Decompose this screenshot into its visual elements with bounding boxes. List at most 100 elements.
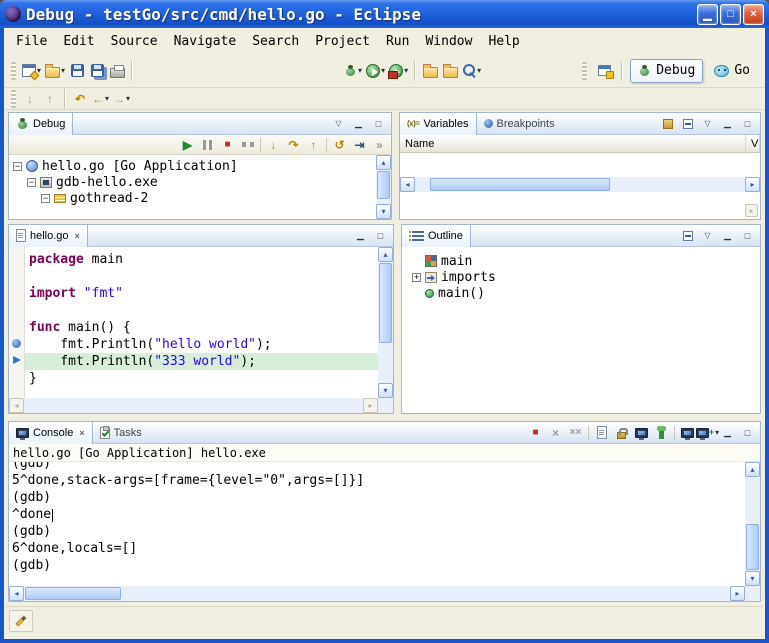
step-into-button[interactable]: ↓ <box>264 136 283 154</box>
menu-source[interactable]: Source <box>103 31 166 52</box>
tab-hello-go[interactable]: hello.go × <box>9 225 88 247</box>
outline-item-imports[interactable]: + imports <box>412 269 760 285</box>
scroll-left-button[interactable]: ◂ <box>9 398 24 413</box>
menu-project[interactable]: Project <box>307 31 378 52</box>
suspend-button[interactable] <box>198 136 217 154</box>
scroll-right-button-disabled[interactable]: ▸ <box>745 204 758 217</box>
view-menu-button[interactable]: ▽ <box>329 115 348 133</box>
breakpoint-marker-icon[interactable] <box>12 339 21 348</box>
minimize-view-button[interactable]: ▁ <box>349 115 368 133</box>
editor-marker-ruler[interactable] <box>9 247 25 398</box>
title-bar[interactable]: Debug - testGo/src/cmd/hello.go - Eclips… <box>0 0 769 28</box>
variables-detail-pane[interactable]: ▸ <box>400 192 760 219</box>
collapse-all-button[interactable] <box>678 115 697 133</box>
step-return-button[interactable]: ↑ <box>304 136 323 154</box>
scrollbar-thumb[interactable] <box>746 524 759 570</box>
tab-debug[interactable]: Debug <box>9 113 73 135</box>
tab-variables[interactable]: (x)= Variables <box>400 113 477 135</box>
scroll-right-button[interactable]: ▸ <box>730 586 745 601</box>
print-button[interactable] <box>107 59 127 83</box>
perspective-go-button[interactable]: Go <box>706 59 758 83</box>
open-resource-button[interactable] <box>440 59 460 83</box>
column-value[interactable]: V <box>746 135 760 152</box>
search-button[interactable]: ▾ <box>460 59 483 83</box>
scrollbar-thumb[interactable] <box>379 263 392 343</box>
toolbar-grip[interactable] <box>11 62 16 80</box>
maximize-view-button[interactable]: □ <box>738 424 757 442</box>
run-button[interactable]: ▾ <box>364 59 387 83</box>
minimize-button[interactable]: ▁ <box>697 4 718 25</box>
expander-icon[interactable]: − <box>13 162 22 171</box>
maximize-view-button[interactable]: □ <box>369 115 388 133</box>
next-annotation-button[interactable]: ↓ <box>20 87 40 111</box>
pin-console-button[interactable] <box>652 424 671 442</box>
editor-vertical-scrollbar[interactable]: ▴ ▾ <box>378 247 393 398</box>
minimize-view-button[interactable]: ▁ <box>718 227 737 245</box>
close-tab-icon[interactable]: × <box>75 231 80 241</box>
scroll-up-button[interactable]: ▴ <box>376 155 391 170</box>
scroll-left-button[interactable]: ◂ <box>9 586 24 601</box>
tab-tasks[interactable]: Tasks <box>93 422 149 444</box>
show-logical-structure-button[interactable] <box>658 115 677 133</box>
chevron-down-icon[interactable]: ▾ <box>126 94 130 103</box>
debug-tree-item-launch[interactable]: − hello.go [Go Application] <box>9 158 376 174</box>
scroll-lock-button[interactable] <box>612 424 631 442</box>
tab-breakpoints[interactable]: Breakpoints <box>477 113 562 135</box>
debug-vertical-scrollbar[interactable]: ▴ ▾ <box>376 155 391 219</box>
toolbar-grip[interactable] <box>11 90 16 108</box>
minimize-view-button[interactable]: ▁ <box>351 227 370 245</box>
expander-icon[interactable]: − <box>27 178 36 187</box>
toolbar-grip[interactable] <box>582 62 587 80</box>
expander-icon[interactable]: − <box>41 194 50 203</box>
close-tab-icon[interactable]: × <box>79 428 84 438</box>
collapse-all-button[interactable] <box>678 227 697 245</box>
scroll-left-button[interactable]: ◂ <box>400 177 415 192</box>
scrollbar-thumb[interactable] <box>25 587 121 600</box>
display-selected-console-button[interactable] <box>678 424 697 442</box>
chevron-down-icon[interactable]: ▾ <box>477 66 481 75</box>
view-menu-button[interactable]: ▽ <box>698 115 717 133</box>
menu-search[interactable]: Search <box>244 31 307 52</box>
code-editor[interactable]: package main import "fmt" func main() { … <box>25 247 378 398</box>
open-console-button[interactable]: +▾ <box>698 424 717 442</box>
toolbar-overflow-button[interactable]: » <box>370 136 389 154</box>
outline-item-package[interactable]: main <box>412 253 760 269</box>
menu-help[interactable]: Help <box>480 31 527 52</box>
maximize-button[interactable]: □ <box>720 4 741 25</box>
step-filters-button[interactable]: ⇥ <box>350 136 369 154</box>
menu-run[interactable]: Run <box>378 31 417 52</box>
outline-tree[interactable]: main + imports main() <box>402 247 760 413</box>
new-wizard-button[interactable]: ▾ <box>20 59 43 83</box>
clear-console-button[interactable] <box>592 424 611 442</box>
remove-launch-button[interactable]: × <box>546 424 565 442</box>
open-perspective-button[interactable] <box>594 59 614 83</box>
chevron-down-icon[interactable]: ▾ <box>404 66 408 75</box>
debug-tree-item-thread[interactable]: − gothread-2 <box>9 190 376 206</box>
variables-horizontal-scrollbar[interactable]: ◂ ▸ <box>400 177 760 192</box>
debug-tree-item-process[interactable]: − gdb-hello.exe <box>9 174 376 190</box>
variables-tree[interactable] <box>400 153 760 177</box>
step-over-button[interactable]: ↷ <box>284 136 303 154</box>
maximize-view-button[interactable]: □ <box>738 115 757 133</box>
console-output[interactable]: (gdb) 5^done,stack-args=[frame={level="0… <box>9 462 745 586</box>
scrollbar-thumb[interactable] <box>430 178 610 191</box>
scroll-down-button[interactable]: ▾ <box>378 383 393 398</box>
chevron-down-icon[interactable]: ▾ <box>61 66 65 75</box>
disconnect-button[interactable] <box>238 136 257 154</box>
tab-outline[interactable]: Outline <box>402 225 471 247</box>
chevron-down-icon[interactable]: ▾ <box>381 66 385 75</box>
minimize-view-button[interactable]: ▁ <box>718 115 737 133</box>
new-element-button[interactable]: ▾ <box>43 59 67 83</box>
debug-tree[interactable]: − hello.go [Go Application] − gdb-hello.… <box>9 155 376 219</box>
scroll-up-button[interactable]: ▴ <box>378 247 393 262</box>
save-button[interactable] <box>67 59 87 83</box>
menu-edit[interactable]: Edit <box>55 31 102 52</box>
menu-window[interactable]: Window <box>417 31 480 52</box>
outline-item-main-func[interactable]: main() <box>412 285 760 301</box>
current-instruction-pointer-icon[interactable] <box>13 356 21 364</box>
open-type-button[interactable] <box>420 59 440 83</box>
external-tools-button[interactable]: ▾ <box>387 59 410 83</box>
column-name[interactable]: Name <box>400 135 746 152</box>
tab-console[interactable]: Console × <box>9 422 93 444</box>
console-horizontal-scrollbar[interactable]: ◂ ▸ <box>9 586 745 601</box>
